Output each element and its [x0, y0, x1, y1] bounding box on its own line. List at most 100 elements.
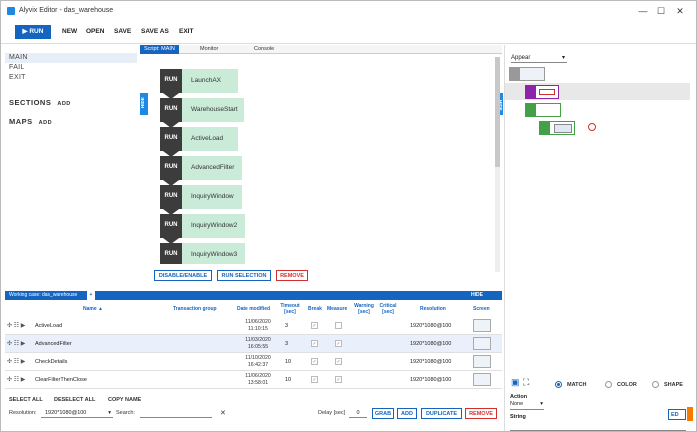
break-checkbox[interactable]: ✓	[311, 340, 318, 347]
row-date-time: 11:10:15	[248, 326, 268, 332]
row-timeout[interactable]: 3	[285, 341, 288, 347]
row-screen-thumbnail[interactable]	[473, 373, 491, 386]
duplicate-button[interactable]: DUPLICATE	[421, 408, 462, 419]
col-screen[interactable]: Screen	[473, 306, 490, 312]
image-thumbnail	[539, 89, 555, 95]
measure-checkbox[interactable]	[335, 322, 342, 329]
add-testcase-tab[interactable]: +	[87, 291, 95, 300]
table-row[interactable]: ✣ ☷ ▶ ActiveLoad 11/06/2020 11:10:15 3 ✓ …	[5, 317, 502, 335]
tree-node-subgroup[interactable]	[539, 121, 575, 135]
step-run-badge: RUN	[160, 69, 182, 99]
screen-node-icon	[510, 68, 520, 80]
col-name[interactable]: Name ▲	[83, 306, 103, 312]
row-screen-thumbnail[interactable]	[473, 337, 491, 350]
delay-input[interactable]: 0	[349, 408, 367, 418]
nav-item-main[interactable]: MAIN	[5, 53, 137, 63]
measure-checkbox[interactable]: ✓	[335, 376, 342, 383]
nav-item-exit[interactable]: EXIT	[5, 73, 137, 83]
add-button[interactable]: ADD	[397, 408, 417, 419]
table-row[interactable]: ✣ ☷ ▶ AdvancedFilter 11/03/2020 16:05:55 …	[5, 335, 502, 353]
image-node-icon	[526, 86, 536, 98]
tree-node-image[interactable]	[525, 85, 559, 99]
tab-monitor[interactable]: Monitor	[196, 45, 222, 54]
row-resolution: 1920*1080@100	[410, 341, 452, 347]
save-as-button[interactable]: SAVE AS	[141, 25, 169, 39]
col-measure[interactable]: Measure	[327, 306, 347, 312]
row-timeout[interactable]: 10	[285, 377, 291, 383]
open-button[interactable]: OPEN	[86, 25, 104, 39]
col-break[interactable]: Break	[308, 306, 322, 312]
record-icon[interactable]	[588, 123, 596, 131]
row-controls-icon[interactable]: ✣ ☷ ▶	[7, 322, 25, 329]
clear-search-icon[interactable]: ✕	[220, 409, 226, 417]
maximize-icon[interactable]: ☐	[651, 4, 671, 18]
table-row[interactable]: ✣ ☷ ▶ CheckDetails 11/10/2020 16:42:37 10…	[5, 353, 502, 371]
row-controls-icon[interactable]: ✣ ☷ ▶	[7, 376, 25, 383]
select-all-button[interactable]: SELECT ALL	[9, 397, 43, 403]
break-checkbox[interactable]: ✓	[311, 358, 318, 365]
measure-checkbox[interactable]: ✓	[335, 358, 342, 365]
expand-icon[interactable]: ⛶	[523, 377, 529, 388]
shape-radio-dot	[652, 381, 659, 388]
resolution-select[interactable]: 1920*1080@100 ▾	[41, 408, 113, 418]
row-screen-thumbnail[interactable]	[473, 319, 491, 332]
tab-script-main[interactable]: Script: MAIN	[140, 45, 179, 54]
row-controls-icon[interactable]: ✣ ☷ ▶	[7, 340, 25, 347]
row-date: 11/03/2020 16:05:55	[233, 337, 283, 351]
col-date-modified[interactable]: Date modified	[237, 306, 270, 312]
measure-checkbox[interactable]: ✓	[335, 340, 342, 347]
disable-enable-button[interactable]: DISABLE/ENABLE	[154, 270, 212, 281]
row-screen-thumbnail[interactable]	[473, 355, 491, 368]
string-label: String	[510, 414, 526, 420]
tree-node-group[interactable]	[525, 103, 561, 117]
break-checkbox[interactable]: ✓	[311, 322, 318, 329]
col-critical[interactable]: Critical [sec]	[377, 303, 399, 315]
close-icon[interactable]: ✕	[670, 4, 690, 18]
chevron-down-icon: ▾	[108, 410, 111, 416]
image-icon[interactable]: ▣	[511, 377, 520, 388]
string-input[interactable]	[510, 423, 686, 431]
col-timeout[interactable]: Timeout [sec]	[278, 303, 302, 315]
run-button[interactable]: ▶ RUN	[15, 25, 51, 39]
chevron-down-icon: ▾	[540, 401, 543, 407]
add-section-button[interactable]: ADD	[57, 101, 70, 107]
new-button[interactable]: NEW	[62, 25, 77, 39]
editor-window: Alyvix Editor - das_warehouse — ☐ ✕ ▶ RU…	[0, 0, 697, 432]
action-select[interactable]: None ▾	[510, 401, 544, 410]
delay-label: Delay [sec]	[318, 410, 346, 416]
break-checkbox[interactable]: ✓	[311, 376, 318, 383]
copy-name-button[interactable]: COPY NAME	[108, 397, 141, 403]
tree-node-screen[interactable]	[509, 67, 545, 81]
scroll-thumb[interactable]	[495, 57, 500, 167]
run-label: RUN	[29, 28, 44, 35]
edit-button[interactable]: ED	[668, 409, 686, 420]
row-controls-icon[interactable]: ✣ ☷ ▶	[7, 358, 25, 365]
remove-step-button[interactable]: REMOVE	[276, 270, 308, 281]
search-input[interactable]	[140, 408, 212, 418]
remove-testcase-button[interactable]: REMOVE	[465, 408, 497, 419]
save-button[interactable]: SAVE	[114, 25, 131, 39]
col-resolution[interactable]: Resolution	[420, 306, 446, 312]
tab-console[interactable]: Console	[250, 45, 278, 54]
step-label: ActiveLoad	[182, 127, 238, 151]
col-warning[interactable]: Warning [sec]	[353, 303, 375, 315]
resize-handle[interactable]	[687, 407, 693, 421]
nav-item-fail[interactable]: FAIL	[5, 63, 137, 73]
color-radio[interactable]: COLOR	[605, 381, 637, 388]
minimize-icon[interactable]: —	[633, 4, 653, 18]
hide-testcases-button[interactable]: HIDE	[471, 291, 483, 300]
appear-select[interactable]: Appear ▾	[511, 53, 567, 63]
row-timeout[interactable]: 10	[285, 359, 291, 365]
deselect-all-button[interactable]: DESELECT ALL	[54, 397, 95, 403]
add-map-button[interactable]: ADD	[39, 120, 52, 126]
table-row[interactable]: ✣ ☷ ▶ ClearFilterThenClose 11/06/2020 13:…	[5, 371, 502, 389]
col-transaction-group[interactable]: Transaction group	[173, 306, 217, 312]
run-selection-button[interactable]: RUN SELECTION	[217, 270, 271, 281]
script-scrollbar[interactable]	[495, 57, 500, 272]
exit-button[interactable]: EXIT	[179, 25, 193, 39]
chevron-down-icon: ▾	[561, 55, 565, 61]
row-timeout[interactable]: 3	[285, 323, 288, 329]
shape-radio[interactable]: SHAPE	[652, 381, 683, 388]
match-radio[interactable]: MATCH	[555, 381, 586, 388]
grab-button[interactable]: GRAB	[372, 408, 394, 419]
